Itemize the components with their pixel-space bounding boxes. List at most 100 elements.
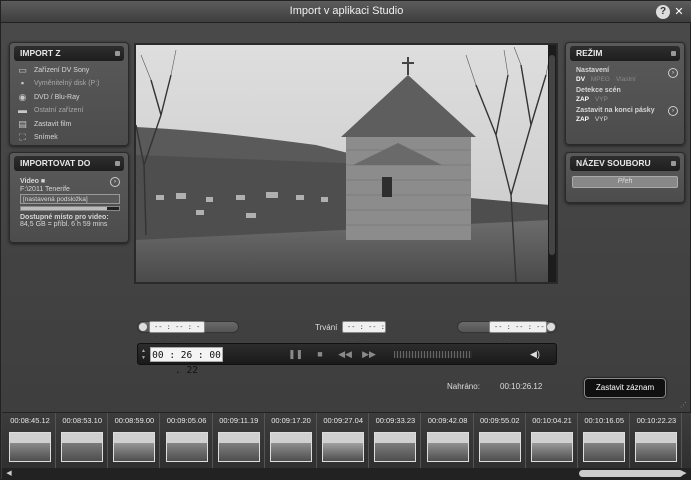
close-icon[interactable]: ✕ (672, 5, 686, 19)
preview-scrollbar[interactable] (548, 45, 556, 282)
source-dvd-bluray[interactable]: ◉ DVD / Blu-Ray (10, 91, 128, 104)
scene-thumbnail-image (113, 432, 156, 462)
scene-thumbnail[interactable]: 00:10:04.21 (526, 413, 578, 469)
settings-arrow-icon[interactable]: › (668, 68, 678, 78)
scene-thumbnail-image (9, 432, 51, 462)
scene-thumbnail-image (531, 432, 573, 462)
source-removable-disk[interactable]: ▪ Vyměnitelný disk (P:) (10, 77, 128, 90)
volume-icon[interactable]: ◀) (528, 348, 542, 361)
subfolder-field[interactable]: [nastavená podsložka] (20, 194, 120, 204)
stop-recording-button[interactable]: Zastavit záznam (584, 378, 666, 398)
video-target-row[interactable]: Video ■ (20, 178, 120, 185)
timecode-spinner-icon[interactable]: ▲ ▼ (141, 348, 146, 362)
scene-thumbnail-time: 00:09:55.02 (479, 416, 520, 425)
scene-thumbnail-image (270, 432, 312, 462)
import-from-panel: IMPORT Z ▭ Zařízení DV Sony ▪ Vyměniteln… (9, 42, 129, 146)
scene-thumbnail[interactable]: 00:09:27.04 (317, 413, 370, 469)
scene-thumbnail-time: 00:08:53.10 (62, 416, 102, 425)
scene-detect-on[interactable]: ZAP (576, 96, 589, 103)
mode-heading: REŽIM (570, 46, 680, 61)
mark-out-handle-icon[interactable] (547, 323, 555, 331)
source-label: Ostatní zařízení (34, 107, 84, 115)
space-value: 84,5 GB = příbl. 6 h 59 mins (20, 221, 108, 228)
mark-in-handle-icon[interactable] (139, 323, 147, 331)
scene-thumbnail-image (635, 432, 678, 462)
scene-thumbnail[interactable]: 00:09:55.02 (474, 413, 526, 469)
disk-space-bar (20, 206, 120, 211)
scene-thumbnail-image (61, 432, 104, 462)
resize-grip-icon[interactable]: ⋰ (680, 402, 688, 410)
mode-heading-label: REŽIM (576, 48, 603, 58)
source-dv-sony[interactable]: ▭ Zařízení DV Sony (10, 64, 128, 77)
scene-thumbnail[interactable]: 00:08:53.10 (56, 413, 109, 469)
strip-scrollbar[interactable]: ◀ ▶ (2, 468, 691, 479)
filename-heading: NÁZEV SOUBORU (570, 156, 680, 171)
import-to-heading-label: IMPORTOVAT DO (20, 158, 91, 168)
stop-at-end-label: Zastavit na konci pásky (576, 107, 655, 114)
stop-at-end-options: ZAP VYP (576, 116, 676, 123)
duration-label: Trvání (315, 323, 338, 332)
filename-input[interactable]: Přeh (572, 176, 678, 188)
source-label: Zastavit film (34, 120, 72, 128)
stop-at-end-on[interactable]: ZAP (576, 116, 589, 123)
scene-detect-off[interactable]: VYP (595, 96, 608, 103)
scene-thumbnail-time: 00:09:05.06 (166, 416, 207, 425)
stop-motion-icon: ▤ (18, 118, 27, 129)
browse-arrow-icon[interactable]: › (110, 177, 120, 187)
import-window: Import v aplikaci Studio ? ✕ IMPORT Z ▭ … (0, 0, 691, 480)
strip-scroll-thumb[interactable] (579, 470, 683, 477)
timecode-display[interactable]: 00 : 26 : 00 . 22 (150, 347, 223, 376)
window-title: Import v aplikaci Studio (289, 5, 404, 17)
scene-thumbnail-time: 00:09:17.20 (271, 416, 311, 425)
settings-label: Nastavení (576, 67, 610, 74)
mark-out-field[interactable]: -- : -- : -- . -- (489, 321, 547, 341)
scene-thumbnail[interactable]: 00:09:42.08 (422, 413, 474, 469)
transport-bar: ▲ ▼ 00 : 26 : 00 . 22 ❚❚ ■ ◀◀ ▶▶ ◀) (137, 343, 557, 376)
collapse-icon[interactable] (671, 51, 676, 56)
scene-thumbnail[interactable]: 00:09:11.19 (213, 413, 265, 469)
source-stop-motion[interactable]: ▤ Zastavit film (10, 118, 128, 131)
pause-icon[interactable]: ❚❚ (288, 348, 303, 361)
scroll-left-icon[interactable]: ◀ (4, 468, 14, 479)
stop-at-end-off[interactable]: VYP (595, 116, 608, 123)
scene-thumbnail[interactable]: 00:10:16.05 (578, 413, 631, 469)
source-label: Zařízení DV Sony (34, 67, 90, 74)
source-label: Vyměnitelný disk (P:) (34, 80, 100, 88)
preview-scroll-thumb[interactable] (549, 55, 555, 255)
scene-thumbnail[interactable]: 00:09:33.23 (369, 413, 422, 469)
mode-panel: REŽIM Nastavení › DV MPEG Vlastní Detekc… (565, 42, 685, 145)
scene-thumbnail[interactable]: 00:08:59.00 (108, 413, 161, 469)
scene-thumbnail[interactable]: 00:08:45.12 (4, 413, 56, 469)
format-mpeg[interactable]: MPEG (591, 76, 610, 83)
duration-field[interactable]: -- : -- : -- . -- (342, 321, 386, 341)
dv-camera-icon: ▭ (18, 65, 27, 75)
video-preview (134, 43, 558, 284)
scene-detect-arrow-icon[interactable]: › (668, 106, 678, 116)
space-label: Dostupné místo pro video: (20, 214, 109, 221)
scene-thumbnail-time: 00:08:59.00 (114, 416, 155, 425)
scene-thumbnail[interactable]: 00:09:05.06 (161, 413, 213, 469)
format-custom[interactable]: Vlastní (616, 76, 636, 83)
source-snapshot[interactable]: ⛶ Snímek (10, 131, 128, 144)
scene-thumbnail-time: 00:10:22.23 (636, 416, 677, 425)
collapse-icon[interactable] (115, 161, 120, 166)
scene-thumbnail-time: 00:09:11.19 (219, 416, 259, 425)
source-other-devices[interactable]: ▬ Ostatní zařízení (10, 104, 128, 117)
scene-thumbnail[interactable]: 00:10:22.23 (630, 413, 683, 469)
jog-shuttle[interactable] (394, 351, 472, 358)
format-dv[interactable]: DV (576, 76, 585, 83)
disk-space-fill (21, 207, 108, 210)
help-icon[interactable]: ? (656, 5, 670, 19)
collapse-icon[interactable] (671, 161, 676, 166)
mark-in-field[interactable]: -- : -- : -- . -- (149, 321, 205, 341)
scene-thumbnail[interactable]: 00:09:17.20 (265, 413, 317, 469)
stop-icon[interactable]: ■ (313, 348, 327, 361)
removable-disk-icon: ▪ (20, 78, 25, 89)
title-bar: Import v aplikaci Studio ? ✕ (1, 1, 691, 23)
fast-forward-icon[interactable]: ▶▶ (362, 348, 376, 361)
rewind-icon[interactable]: ◀◀ (338, 348, 352, 361)
scroll-right-icon[interactable]: ▶ (679, 468, 689, 479)
preview-frame (136, 45, 551, 282)
scene-thumbnail-image (426, 432, 469, 462)
collapse-icon[interactable] (115, 51, 120, 56)
